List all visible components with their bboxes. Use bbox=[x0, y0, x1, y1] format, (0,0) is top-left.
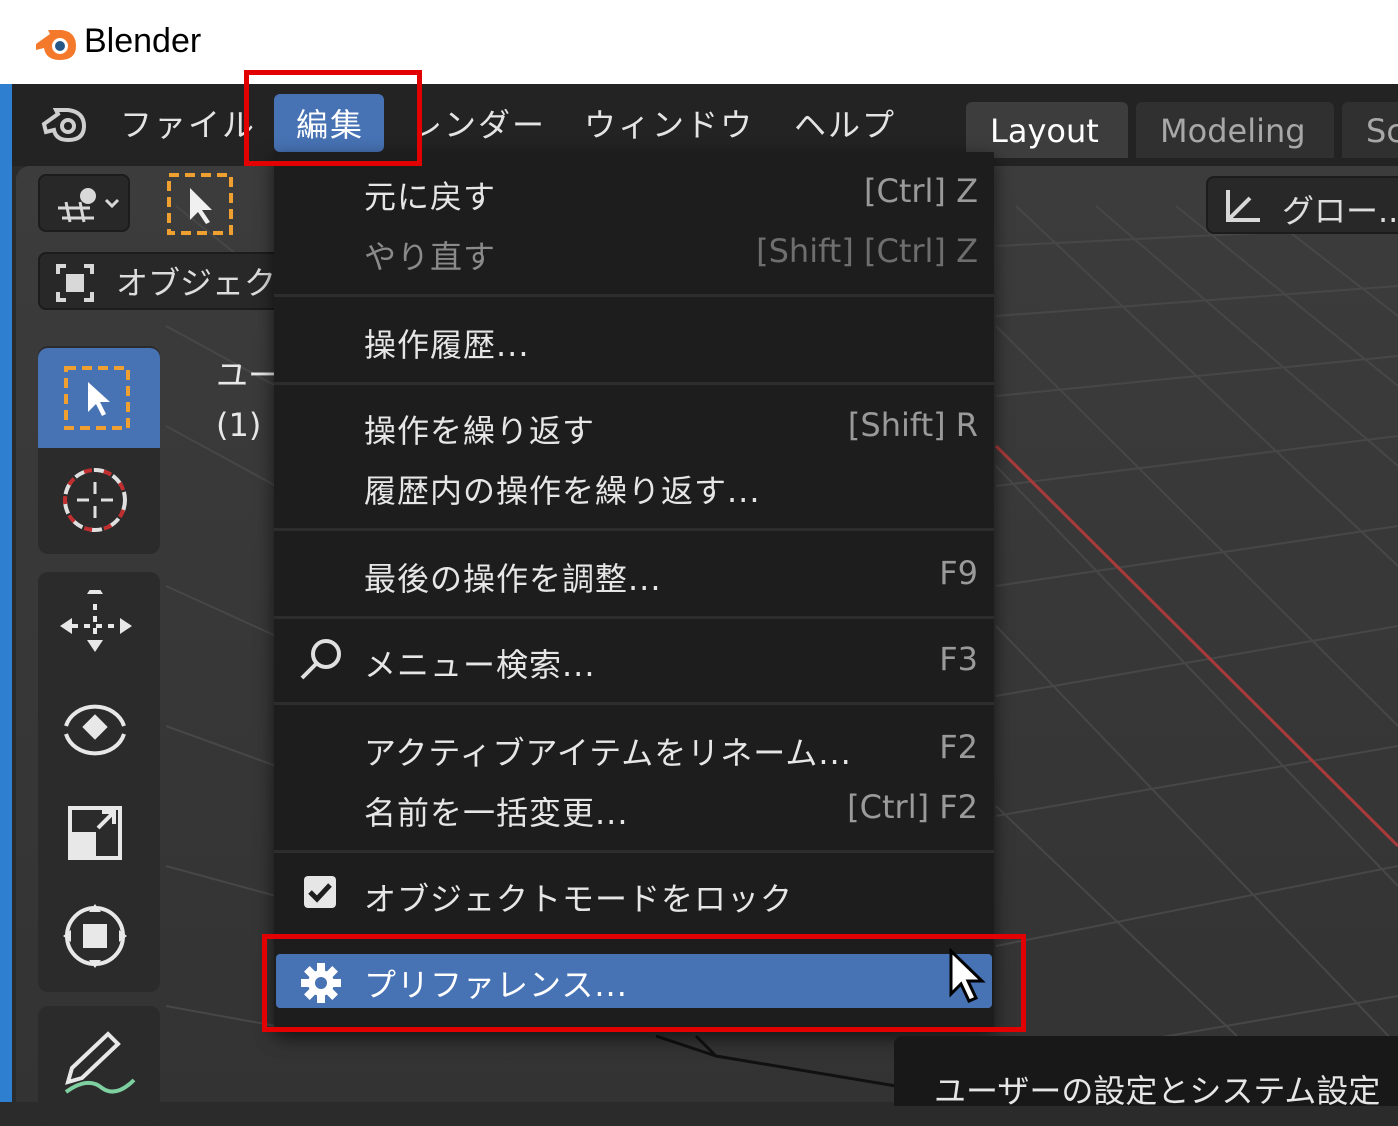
menu-window[interactable]: ウィンドウ bbox=[584, 100, 754, 146]
menu-separator bbox=[274, 294, 994, 297]
tab-sc[interactable]: Sc bbox=[1342, 102, 1398, 158]
menu-separator bbox=[274, 702, 994, 705]
menu-item-repeat-history[interactable]: 履歴内の操作を繰り返す... bbox=[364, 466, 761, 512]
highlight-edit-menu bbox=[244, 70, 422, 166]
scale-icon bbox=[68, 806, 122, 860]
window-title: Blender bbox=[84, 22, 202, 60]
editor-type-button[interactable] bbox=[38, 174, 130, 232]
menu-render[interactable]: レンダー bbox=[410, 100, 546, 146]
menu-separator bbox=[274, 850, 994, 853]
transform-icon bbox=[63, 904, 127, 968]
tooltip-text: ユーザーの設定とシステム設定 bbox=[934, 1072, 1381, 1110]
tab-layout[interactable]: Layout bbox=[966, 102, 1128, 158]
rotate-icon bbox=[64, 704, 126, 756]
checkmark-icon bbox=[308, 883, 332, 903]
object-mode-icon bbox=[56, 264, 94, 302]
tool-annotate[interactable] bbox=[38, 1010, 160, 1110]
menu-item-lock-object-mode[interactable]: オブジェクトモードをロック bbox=[364, 874, 793, 920]
menu-separator bbox=[274, 616, 994, 619]
menu-item-rename-active[interactable]: アクティブアイテムをリネーム... bbox=[364, 728, 852, 774]
window-titlebar bbox=[0, 0, 1398, 84]
shortcut-redo: [Shift] [Ctrl] Z bbox=[756, 232, 978, 270]
collection-label: (1) bbox=[216, 406, 262, 444]
shortcut-rename-active: F2 bbox=[939, 728, 978, 766]
menu-item-adjust-last[interactable]: 最後の操作を調整... bbox=[364, 554, 662, 600]
move-icon bbox=[60, 590, 132, 652]
lock-object-mode-checkbox[interactable] bbox=[304, 876, 336, 908]
tool-rotate[interactable] bbox=[38, 678, 160, 778]
transform-orientation-icon bbox=[1226, 190, 1260, 222]
select-mode-icon[interactable] bbox=[166, 172, 234, 236]
menu-item-undo-history[interactable]: 操作履歴... bbox=[364, 320, 530, 366]
menu-separator bbox=[274, 528, 994, 531]
orientation-label: グロー... bbox=[1282, 192, 1398, 230]
menu-item-redo[interactable]: やり直す bbox=[364, 232, 496, 278]
menu-item-undo[interactable]: 元に戻す bbox=[364, 172, 496, 218]
menu-item-menu-search[interactable]: メニュー検索... bbox=[364, 640, 596, 686]
tool-scale[interactable] bbox=[38, 782, 160, 882]
tool-select-box[interactable] bbox=[38, 348, 160, 448]
cursor-icon bbox=[63, 468, 127, 532]
shortcut-repeat: [Shift] R bbox=[847, 406, 978, 444]
menu-file[interactable]: ファイル bbox=[120, 100, 256, 146]
menu-help[interactable]: ヘルプ bbox=[794, 100, 896, 146]
tool-move[interactable] bbox=[38, 574, 160, 674]
shortcut-menu-search: F3 bbox=[939, 640, 978, 678]
tool-cursor[interactable] bbox=[38, 452, 160, 552]
blender-logo-icon bbox=[36, 30, 76, 60]
annotate-icon bbox=[64, 1031, 136, 1094]
viewport-editor-icon bbox=[58, 188, 120, 223]
select-box-icon bbox=[64, 366, 130, 430]
menu-separator bbox=[274, 382, 994, 385]
menu-item-batch-rename[interactable]: 名前を一括変更... bbox=[364, 788, 629, 834]
desktop-edge bbox=[0, 0, 12, 1102]
highlight-preferences bbox=[262, 934, 1026, 1032]
search-icon bbox=[300, 639, 341, 680]
menu-item-repeat[interactable]: 操作を繰り返す bbox=[364, 406, 595, 452]
view-perspective-label: ユー bbox=[216, 356, 281, 394]
shortcut-adjust-last: F9 bbox=[939, 554, 978, 592]
shortcut-batch-rename: [Ctrl] F2 bbox=[847, 788, 978, 826]
blender-menu-icon[interactable] bbox=[40, 102, 90, 146]
tab-modeling[interactable]: Modeling bbox=[1136, 102, 1334, 158]
shortcut-undo: [Ctrl] Z bbox=[864, 172, 978, 210]
tool-transform[interactable] bbox=[38, 886, 160, 986]
